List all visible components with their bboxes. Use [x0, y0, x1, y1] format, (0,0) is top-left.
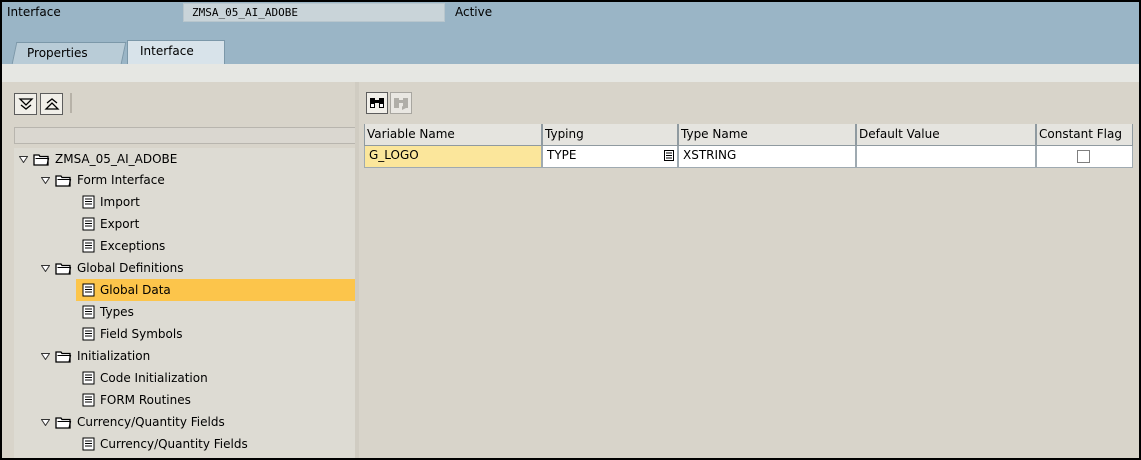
- column-header-default-value[interactable]: Default Value: [856, 124, 1036, 146]
- default-value-cell[interactable]: [856, 146, 1036, 168]
- tree-node-label: Exceptions: [100, 239, 166, 253]
- tree-node-export[interactable]: Export: [82, 213, 139, 235]
- expanded-triangle-icon[interactable]: [40, 263, 50, 273]
- tree-node-label: Export: [100, 217, 140, 231]
- tree-node-label: Types: [100, 305, 134, 319]
- variable-name-cell[interactable]: G_LOGO: [364, 146, 542, 168]
- tab-strip: Properties Interface: [2, 24, 1139, 64]
- expand-all-button[interactable]: [14, 93, 37, 115]
- expand-all-icon: [17, 98, 34, 110]
- folder-open-icon: [55, 174, 72, 187]
- document-icon: [82, 283, 95, 297]
- table-header-row: Variable Name Typing Type Name Default V…: [364, 124, 1139, 146]
- tree-node-label: Currency/Quantity Fields: [77, 415, 225, 429]
- tree-node-form-interface[interactable]: Form Interface: [40, 169, 165, 191]
- table-row: G_LOGO TYPE XSTRING: [364, 146, 1139, 168]
- interface-name-field[interactable]: ZMSA_05_AI_ADOBE: [183, 3, 445, 22]
- tree-node-currency-quantity-fields[interactable]: Currency/Quantity Fields: [82, 433, 248, 455]
- tree-node-types[interactable]: Types: [82, 301, 134, 323]
- tree-node-field-symbols[interactable]: Field Symbols: [82, 323, 182, 345]
- grid-toolbar: [362, 92, 412, 116]
- value-help-icon[interactable]: [664, 150, 674, 161]
- tree-node-root[interactable]: ZMSA_05_AI_ADOBE: [18, 148, 177, 170]
- tree-node-label: Form Interface: [77, 173, 165, 187]
- interface-tree: ZMSA_05_AI_ADOBE Form Interface Import E…: [14, 148, 359, 458]
- find-button[interactable]: [366, 92, 388, 114]
- document-icon: [82, 371, 95, 385]
- binoculars-icon: [370, 98, 384, 108]
- tree-node-exceptions[interactable]: Exceptions: [82, 235, 165, 257]
- tree-node-label: Import: [100, 195, 140, 209]
- collapse-all-icon: [43, 98, 60, 110]
- folder-open-icon: [33, 153, 50, 166]
- typing-cell[interactable]: TYPE: [542, 146, 678, 168]
- tree-node-global-definitions[interactable]: Global Definitions: [40, 257, 183, 279]
- tree-node-code-initialization[interactable]: Code Initialization: [82, 367, 208, 389]
- column-header-constant-flag[interactable]: Constant Flag: [1036, 124, 1133, 146]
- tree-header-row: [14, 127, 356, 144]
- tree-node-currency-quantity[interactable]: Currency/Quantity Fields: [40, 411, 225, 433]
- column-header-variable-name[interactable]: Variable Name: [364, 124, 542, 146]
- tab-interface-label: Interface: [140, 44, 194, 58]
- tab-properties-label: Properties: [27, 46, 88, 60]
- document-icon: [82, 217, 95, 231]
- expanded-triangle-icon[interactable]: [40, 351, 50, 361]
- tree-node-import[interactable]: Import: [82, 191, 140, 213]
- tab-properties[interactable]: Properties: [11, 42, 127, 64]
- tab-content-top-strip: [2, 64, 1139, 82]
- tab-interface[interactable]: Interface: [127, 40, 225, 64]
- tree-node-label: Currency/Quantity Fields: [100, 437, 248, 451]
- column-header-type-name[interactable]: Type Name: [678, 124, 856, 146]
- tree-pane: ZMSA_05_AI_ADOBE Form Interface Import E…: [2, 82, 359, 458]
- constant-flag-cell: [1036, 146, 1133, 168]
- find-next-icon: [394, 98, 408, 110]
- document-icon: [82, 195, 95, 209]
- tree-node-form-routines[interactable]: FORM Routines: [82, 389, 191, 411]
- expanded-triangle-icon[interactable]: [18, 154, 28, 164]
- header-bar: Interface ZMSA_05_AI_ADOBE Active: [2, 2, 1139, 24]
- tree-node-label: ZMSA_05_AI_ADOBE: [55, 152, 178, 166]
- global-data-pane: Variable Name Typing Type Name Default V…: [362, 82, 1139, 458]
- constant-flag-checkbox[interactable]: [1077, 150, 1090, 163]
- document-icon: [82, 239, 95, 253]
- tree-node-initialization[interactable]: Initialization: [40, 345, 150, 367]
- column-header-typing[interactable]: Typing: [542, 124, 678, 146]
- expanded-triangle-icon[interactable]: [40, 417, 50, 427]
- expanded-triangle-icon[interactable]: [40, 175, 50, 185]
- type-name-cell[interactable]: XSTRING: [678, 146, 856, 168]
- collapse-all-button[interactable]: [40, 93, 63, 115]
- document-icon: [82, 327, 95, 341]
- tree-node-global-data[interactable]: Global Data: [76, 279, 358, 301]
- toolbar-separator: [70, 93, 72, 113]
- tree-node-label: FORM Routines: [100, 393, 191, 407]
- tree-node-label: Global Definitions: [77, 261, 184, 275]
- document-icon: [82, 437, 95, 451]
- folder-open-icon: [55, 350, 72, 363]
- document-icon: [82, 305, 95, 319]
- folder-open-icon: [55, 416, 72, 429]
- document-icon: [82, 393, 95, 407]
- tree-node-label: Initialization: [77, 349, 151, 363]
- find-next-button[interactable]: [390, 92, 412, 114]
- folder-open-icon: [55, 262, 72, 275]
- global-data-table: Variable Name Typing Type Name Default V…: [364, 124, 1139, 168]
- tree-toolbar: [14, 93, 72, 115]
- tree-node-label: Code Initialization: [100, 371, 208, 385]
- interface-label: Interface: [7, 5, 61, 19]
- typing-value: TYPE: [547, 148, 577, 162]
- tree-node-label: Global Data: [100, 283, 171, 297]
- status-text: Active: [455, 5, 493, 19]
- tree-node-label: Field Symbols: [100, 327, 183, 341]
- pane-splitter[interactable]: [355, 82, 359, 458]
- sap-form-interface-window: Interface ZMSA_05_AI_ADOBE Active Proper…: [0, 0, 1141, 460]
